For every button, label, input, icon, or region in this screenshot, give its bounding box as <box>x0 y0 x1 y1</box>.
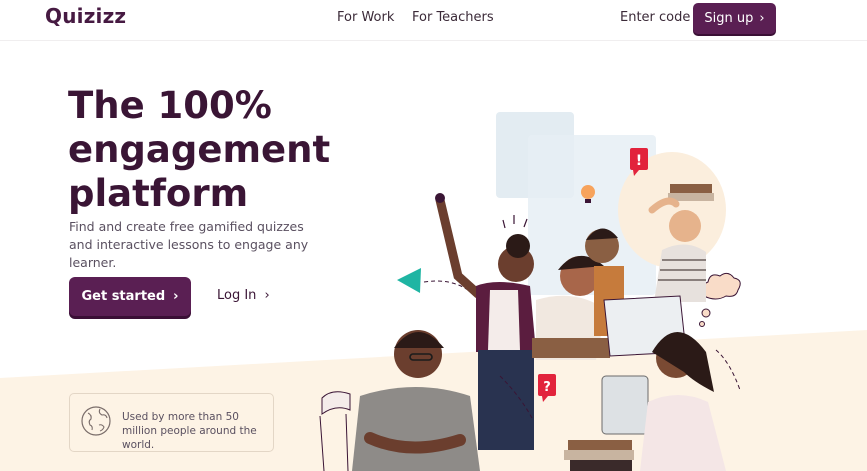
enter-code-link[interactable]: Enter code <box>620 10 690 25</box>
log-in-link[interactable]: Log In › <box>217 288 270 303</box>
hero-subtitle: Find and create free gamified quizzes an… <box>69 219 309 270</box>
chevron-right-icon: › <box>759 11 765 26</box>
globe-icon <box>81 406 111 436</box>
get-started-label: Get started <box>81 289 166 304</box>
book-stack <box>564 440 634 471</box>
log-in-label: Log In <box>217 288 257 303</box>
sign-up-label: Sign up <box>704 11 754 26</box>
triangle-icon <box>397 268 421 293</box>
usage-stat-card: Used by more than 50 million people arou… <box>69 393 274 452</box>
nav-for-work[interactable]: For Work <box>337 10 394 25</box>
svg-text:?: ? <box>543 380 551 395</box>
nav-for-teachers[interactable]: For Teachers <box>412 10 494 25</box>
svg-text:!: ! <box>636 153 642 169</box>
sign-up-button[interactable]: Sign up › <box>693 3 776 34</box>
get-started-button[interactable]: Get started › <box>69 277 191 316</box>
usage-stat-text: Used by more than 50 million people arou… <box>122 411 257 451</box>
hero-illustration: ! ? <box>319 112 741 471</box>
top-navbar: Quizizz For Work For Teachers Enter code… <box>0 0 867 41</box>
teacher-figure <box>352 330 480 471</box>
chevron-right-icon: › <box>173 289 179 304</box>
question-mark-icon: ? <box>538 374 556 402</box>
quizizz-logo[interactable]: Quizizz <box>45 4 126 28</box>
chevron-right-icon: › <box>264 288 270 303</box>
